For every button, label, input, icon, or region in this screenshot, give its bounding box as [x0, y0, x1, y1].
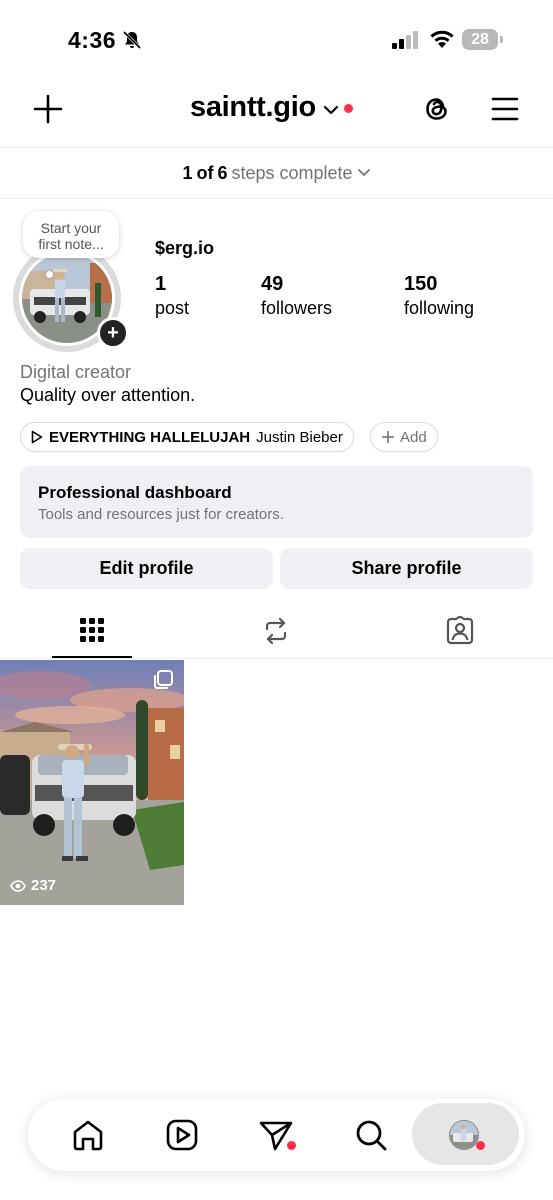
add-link-button[interactable]: Add	[370, 422, 438, 452]
stat-posts[interactable]: 1 post	[155, 272, 189, 320]
profile-music-pill[interactable]: EVERYTHING HALLELUJAH Justin Bieber	[20, 422, 354, 452]
profile-nav-avatar[interactable]	[449, 1120, 479, 1150]
username: saintt.gio	[190, 91, 316, 123]
stat-followers-count: 49	[261, 273, 284, 295]
tagged-icon	[446, 616, 474, 645]
note-bubble-tail	[46, 271, 53, 278]
post-views-number: 237	[31, 877, 57, 894]
stat-posts-count: 1	[155, 273, 167, 295]
steps-done: 1	[182, 162, 193, 183]
stat-following[interactable]: 150 following	[404, 272, 474, 320]
professional-dashboard[interactable]: Professional dashboard Tools and resourc…	[20, 466, 533, 538]
steps-total: 6	[217, 162, 228, 183]
eye-icon	[10, 879, 26, 892]
tabs-divider	[0, 658, 553, 659]
tab-tagged[interactable]	[368, 614, 552, 658]
reels-icon[interactable]	[164, 1117, 200, 1153]
menu-icon[interactable]	[491, 96, 519, 122]
music-song: EVERYTHING HALLELUJAH	[49, 428, 251, 446]
search-icon[interactable]	[353, 1117, 389, 1153]
chevron-down-icon	[323, 105, 338, 114]
stat-followers[interactable]: 49 followers	[261, 272, 332, 320]
active-tab-indicator	[52, 656, 132, 658]
wifi-icon	[430, 30, 454, 48]
music-artist: Justin Bieber	[256, 428, 343, 446]
post-thumbnail[interactable]	[0, 660, 184, 905]
dashboard-subtitle: Tools and resources just for creators.	[38, 506, 284, 523]
stat-following-count: 150	[404, 273, 438, 295]
profile-bio: Quality over attention.	[20, 385, 196, 405]
post-view-count: 237	[10, 877, 56, 894]
note-bubble[interactable]: Start your first note...	[23, 211, 119, 258]
share-profile-button[interactable]: Share profile	[280, 548, 533, 589]
tab-posts-grid[interactable]	[0, 614, 184, 658]
stat-following-label: following	[404, 298, 475, 318]
add-label: Add	[400, 428, 427, 446]
notification-dot	[343, 104, 353, 113]
battery-indicator: 28	[462, 29, 498, 50]
profile-notification-dot	[476, 1141, 485, 1150]
stat-followers-label: followers	[261, 298, 333, 318]
display-name: $erg.io	[155, 238, 215, 258]
tab-reposts[interactable]	[184, 614, 368, 658]
home-icon[interactable]	[70, 1117, 106, 1153]
status-time: 4:36	[68, 27, 117, 53]
profile-category: Digital creator	[20, 362, 132, 382]
steps-text: steps complete	[231, 162, 353, 183]
add-story-button[interactable]: +	[97, 317, 129, 349]
stat-posts-label: post	[155, 298, 190, 318]
carousel-icon	[154, 670, 173, 689]
dashboard-title: Professional dashboard	[38, 483, 232, 502]
note-line-2: first note...	[38, 236, 104, 252]
chevron-down-icon	[357, 169, 370, 177]
messages-notification-dot	[287, 1141, 296, 1150]
account-switcher[interactable]: saintt.gio	[190, 91, 353, 124]
play-icon	[31, 430, 43, 444]
note-line-1: Start your	[40, 220, 102, 236]
edit-profile-button[interactable]: Edit profile	[20, 548, 273, 589]
onboarding-steps-bar[interactable]: 1 of 6 steps complete	[0, 147, 553, 199]
threads-icon[interactable]	[421, 93, 453, 125]
cellular-signal-icon	[392, 31, 418, 49]
steps-of: of	[196, 162, 214, 183]
bell-muted-icon	[122, 30, 142, 50]
battery-nub	[500, 36, 503, 43]
repost-icon	[265, 617, 287, 645]
create-plus-icon[interactable]	[33, 94, 63, 124]
grid-icon	[80, 618, 104, 642]
plus-icon	[382, 431, 394, 443]
